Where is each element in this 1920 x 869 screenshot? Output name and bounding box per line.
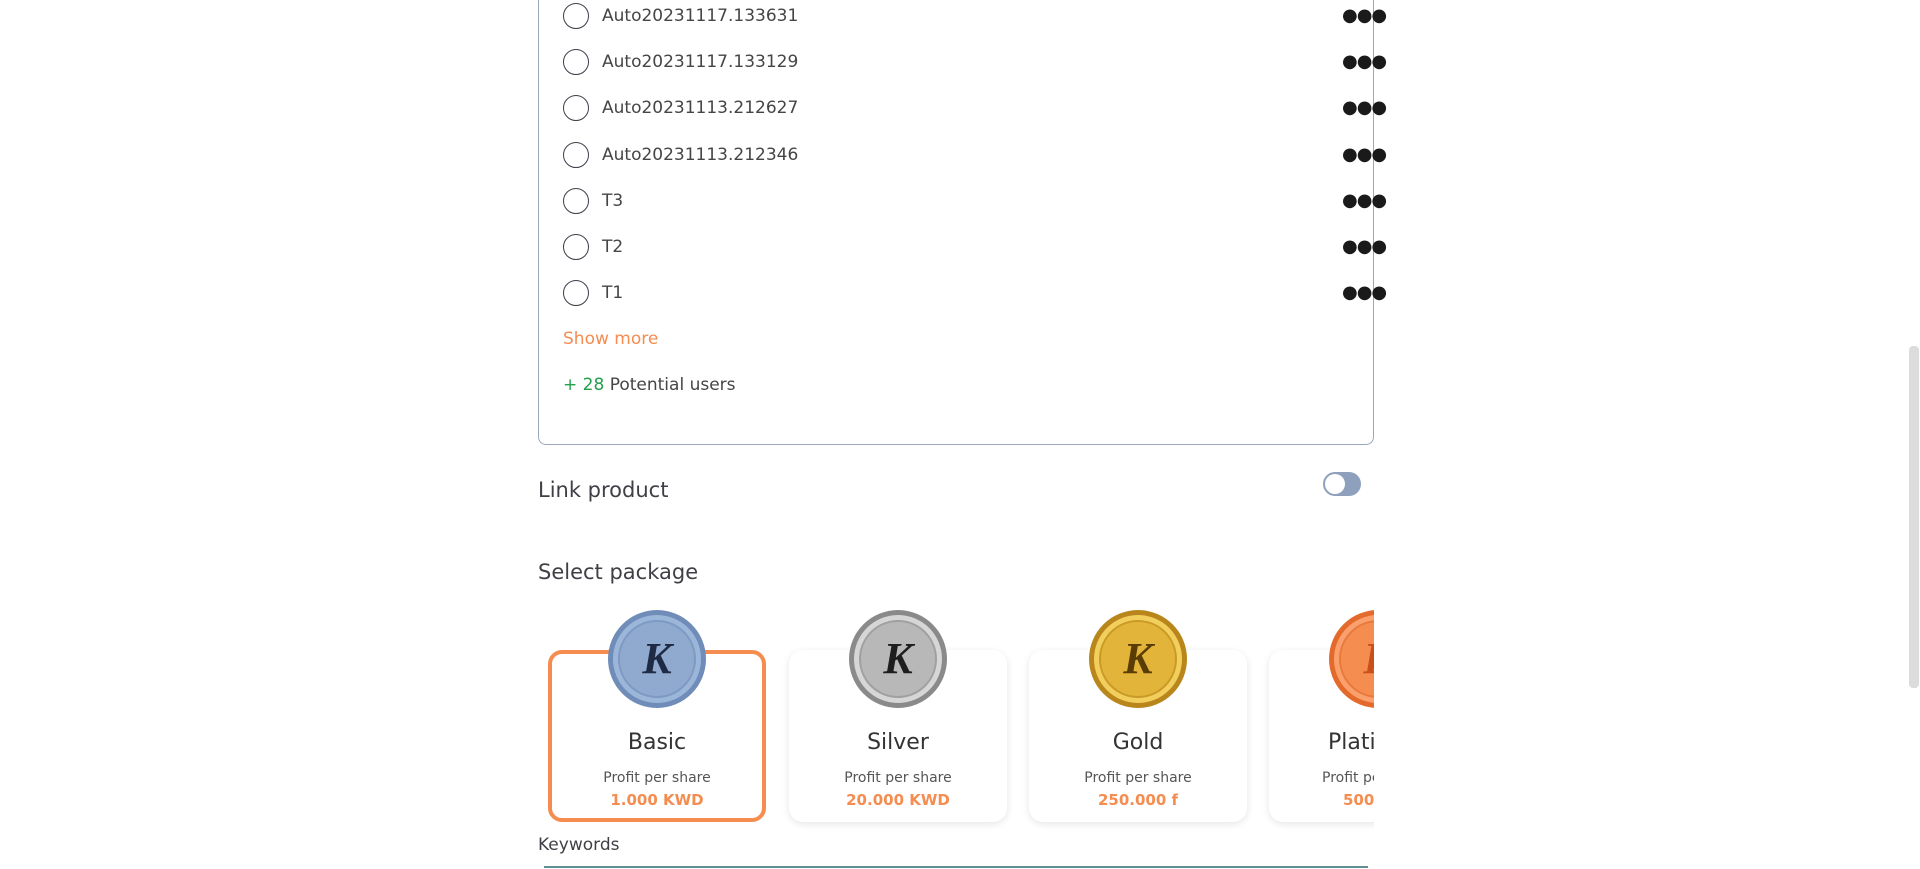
toggle-knob: [1325, 474, 1345, 494]
user-row[interactable]: Auto20231113.212627 ●●●: [563, 95, 1387, 125]
package-profit-value: 500.: [1343, 791, 1374, 809]
basic-coin-icon: K: [607, 609, 707, 709]
link-product-label: Link product: [538, 478, 669, 502]
users-panel: Auto20231117.133631 ●●● Auto20231117.133…: [538, 0, 1387, 445]
package-profit-value: 20.000 KWD: [846, 791, 950, 809]
package-name: Plati: [1328, 730, 1374, 755]
svg-text:K: K: [882, 634, 915, 683]
user-row[interactable]: T2 ●●●: [563, 234, 1387, 264]
user-row[interactable]: T1 ●●●: [563, 280, 1387, 310]
svg-text:K: K: [641, 634, 674, 683]
user-row[interactable]: Auto20231117.133631 ●●●: [563, 3, 1387, 33]
package-profit-value: 1.000 KWD: [610, 791, 704, 809]
package-profit-label: Profit per share: [603, 770, 711, 786]
package-name: Silver: [867, 730, 929, 755]
user-radio[interactable]: [563, 280, 589, 306]
more-horizontal-icon[interactable]: ●●●: [1342, 99, 1387, 117]
user-radio[interactable]: [563, 234, 589, 260]
potential-users: + 28 Potential users: [563, 374, 736, 396]
gold-coin-icon: K: [1088, 609, 1188, 709]
link-product-toggle[interactable]: [1323, 472, 1361, 496]
silver-coin-icon: K: [848, 609, 948, 709]
user-row[interactable]: Auto20231113.212346 ●●●: [563, 142, 1387, 172]
user-name: Auto20231117.133631: [602, 6, 799, 26]
user-name: T3: [602, 191, 624, 211]
select-package-label: Select package: [538, 560, 699, 584]
user-name: Auto20231113.212627: [602, 98, 799, 118]
package-carousel: Basic Profit per share 1.000 KWD K Silve…: [538, 600, 1374, 830]
user-name: Auto20231117.133129: [602, 52, 799, 72]
package-profit-label: Profit per share: [844, 770, 952, 786]
user-row[interactable]: T3 ●●●: [563, 188, 1387, 218]
more-horizontal-icon[interactable]: ●●●: [1342, 53, 1387, 71]
page-scrollbar[interactable]: [1906, 0, 1920, 869]
more-horizontal-icon[interactable]: ●●●: [1342, 7, 1387, 25]
scrollbar-thumb[interactable]: [1909, 346, 1919, 688]
platinum-coin-icon: K: [1328, 609, 1374, 709]
user-radio[interactable]: [563, 188, 589, 214]
svg-text:K: K: [1122, 634, 1155, 683]
package-name: Basic: [627, 730, 687, 755]
more-horizontal-icon[interactable]: ●●●: [1342, 146, 1387, 164]
user-radio[interactable]: [563, 49, 589, 75]
more-horizontal-icon[interactable]: ●●●: [1342, 192, 1387, 210]
user-row[interactable]: Auto20231117.133129 ●●●: [563, 49, 1387, 79]
package-profit-label: Profit per share: [1084, 770, 1192, 786]
potential-users-count: + 28: [563, 375, 605, 395]
keywords-label: Keywords: [538, 835, 620, 855]
package-profit-value: 250.000 f: [1097, 791, 1179, 809]
more-horizontal-icon[interactable]: ●●●: [1342, 284, 1387, 302]
package-profit-label: Profit pe: [1322, 770, 1374, 786]
keywords-input[interactable]: [544, 866, 1368, 868]
user-radio[interactable]: [563, 95, 589, 121]
potential-users-label: Potential users: [609, 375, 736, 395]
more-horizontal-icon[interactable]: ●●●: [1342, 238, 1387, 256]
package-name: Gold: [1112, 730, 1164, 755]
show-more-link[interactable]: Show more: [563, 328, 658, 350]
user-radio[interactable]: [563, 142, 589, 168]
user-name: T1: [602, 283, 624, 303]
svg-text:K: K: [1362, 634, 1374, 683]
user-name: T2: [602, 237, 624, 257]
user-radio[interactable]: [563, 3, 589, 29]
user-name: Auto20231113.212346: [602, 145, 799, 165]
